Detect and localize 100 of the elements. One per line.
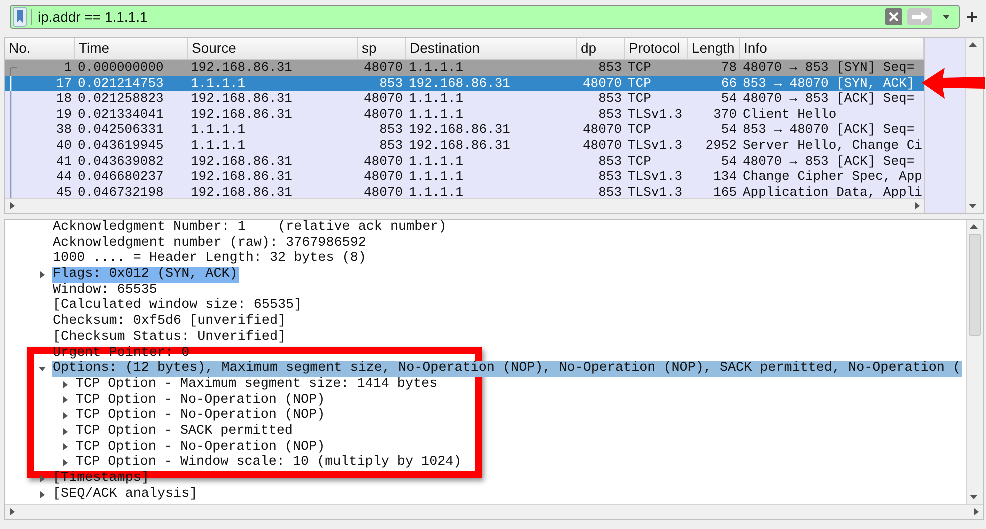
table-cell: 853 — [380, 122, 403, 138]
scroll-right-icon[interactable] — [914, 202, 920, 210]
table-cell: 18 — [56, 91, 72, 107]
vertical-scrollbar[interactable] — [966, 220, 983, 504]
table-cell: 48070 — [582, 76, 622, 92]
detail-field[interactable]: [Checksum Status: Unverified] — [52, 330, 288, 346]
table-cell: 1.1.1.1 — [409, 60, 464, 76]
table-cell: 0.043639082 — [78, 154, 164, 170]
table-cell: TCP — [628, 91, 652, 107]
horizontal-scrollbar[interactable] — [5, 504, 983, 519]
table-cell: 48070 — [364, 154, 403, 170]
detail-field[interactable]: Flags: 0x012 (SYN, ACK) — [52, 267, 239, 283]
column-header[interactable]: sp — [358, 38, 406, 59]
add-button[interactable] — [966, 11, 978, 23]
table-cell: 370 — [714, 106, 737, 122]
table-cell: 853 — [598, 184, 622, 198]
table-cell: 192.168.86.31 — [191, 169, 292, 185]
table-cell: 134 — [714, 169, 737, 185]
table-cell: 853 → 48070 [ACK] Seq= — [743, 122, 915, 138]
table-cell: 48070 — [582, 138, 622, 154]
packet-minimap[interactable] — [924, 38, 965, 213]
detail-field[interactable]: Options: (12 bytes), Maximum segment size, No-Operation (NOP), No-Operation (NOP), SACK permitted, No-Operation ( — [52, 361, 962, 377]
detail-field[interactable]: Acknowledgment number (raw): 3767986592 — [52, 236, 368, 252]
scroll-left-icon[interactable] — [8, 508, 16, 516]
detail-field[interactable]: TCP Option - SACK permitted — [75, 424, 294, 440]
scroll-down-icon[interactable] — [969, 203, 977, 209]
pointer-arrow — [921, 66, 985, 102]
expand-icon[interactable] — [62, 443, 69, 452]
collapse-icon[interactable] — [39, 365, 46, 374]
table-cell: 54 — [721, 122, 737, 138]
table-cell: 48070 → 853 [ACK] Seq= — [743, 91, 915, 107]
table-cell: 48070 → 853 [ACK] Seq= — [743, 154, 915, 170]
detail-field[interactable]: Checksum: 0xf5d6 [unverified] — [52, 314, 288, 330]
detail-field[interactable]: TCP Option - No-Operation (NOP) — [75, 408, 326, 424]
vertical-scrollbar[interactable] — [965, 38, 983, 213]
table-cell: 853 — [598, 60, 622, 76]
table-cell: 1.1.1.1 — [409, 91, 464, 107]
scroll-up-icon[interactable] — [970, 224, 978, 230]
clear-button[interactable] — [885, 8, 903, 26]
column-header[interactable]: Time — [75, 38, 188, 59]
scroll-up-icon[interactable] — [969, 42, 977, 48]
column-header[interactable]: Destination — [406, 38, 577, 59]
table-cell: 40 — [56, 138, 72, 154]
caret-icon[interactable] — [942, 13, 950, 21]
detail-field[interactable]: Window: 65535 — [52, 282, 158, 298]
detail-field[interactable]: TCP Option - No-Operation (NOP) — [75, 440, 326, 456]
filter-input[interactable]: ip.addr == 1.1.1.1 — [36, 9, 881, 25]
table-cell: Change Cipher Spec, App — [743, 169, 922, 185]
table-cell: 853 — [380, 76, 403, 92]
expand-icon[interactable] — [39, 474, 46, 483]
expand-icon[interactable] — [62, 396, 69, 404]
detail-field[interactable]: TCP Option - Maximum segment size: 1414 bytes — [75, 376, 439, 393]
table-cell: 48070 — [364, 184, 403, 198]
detail-field[interactable]: TCP Option - Window scale: 10 (multiply by 1024) — [75, 455, 463, 472]
display-filter-field[interactable]: ip.addr == 1.1.1.1 — [10, 5, 960, 29]
expand-icon[interactable] — [62, 380, 69, 389]
table-cell: TCP — [628, 76, 652, 92]
table-cell: 44 — [56, 169, 72, 185]
table-cell: Client Hello — [743, 106, 837, 122]
table-cell: TLSv1.3 — [628, 184, 683, 198]
expand-icon[interactable] — [62, 459, 69, 468]
column-header[interactable]: Length — [688, 38, 740, 59]
scroll-right-icon[interactable] — [972, 508, 980, 516]
table-cell: 54 — [721, 91, 737, 107]
column-header[interactable]: Protocol — [625, 38, 688, 59]
detail-field[interactable]: TCP Option - No-Operation (NOP) — [75, 392, 326, 408]
detail-field[interactable]: 1000 .... = Header Length: 32 bytes (8) — [52, 251, 368, 268]
table-cell: 1.1.1.1 — [409, 184, 464, 198]
table-cell: 48070 — [582, 122, 622, 138]
packet-row[interactable]: 1 0.000000000 192.168.86.31 48070 1.1.1.1 853 TCP 78 48070 → 853 [SYN] Seq= — [5, 60, 924, 76]
table-cell: 0.021214753 — [78, 76, 164, 92]
column-header[interactable]: No. — [5, 38, 75, 59]
table-cell: 66 — [721, 76, 737, 92]
detail-field[interactable]: Acknowledgment Number: 1 (relative ack number) — [52, 220, 448, 236]
expand-icon[interactable] — [62, 428, 69, 436]
detail-field[interactable]: [Calculated window size: 65535] — [52, 298, 304, 314]
table-cell: 192.168.86.31 — [191, 184, 292, 198]
scroll-left-icon[interactable] — [8, 202, 16, 210]
table-cell: 1.1.1.1 — [191, 122, 246, 138]
table-cell: 48070 — [364, 60, 403, 76]
table-cell: 1 — [64, 60, 72, 76]
table-cell: 1.1.1.1 — [191, 138, 246, 154]
detail-field[interactable]: [SEQ/ACK analysis] — [52, 486, 199, 502]
packet-row[interactable]: 17 0.021214753 1.1.1.1 853 192.168.86.31 48070 TCP 66 853 → 48070 [SYN, ACK] — [5, 76, 924, 92]
table-cell: 192.168.86.31 — [409, 122, 510, 138]
table-cell: TLSv1.3 — [628, 169, 683, 185]
expand-icon[interactable] — [62, 412, 69, 420]
table-cell: 1.1.1.1 — [409, 106, 464, 122]
bookmark-icon[interactable] — [13, 7, 27, 27]
column-header[interactable]: Source — [188, 38, 358, 59]
scroll-down-icon[interactable] — [970, 494, 978, 500]
table-cell: 165 — [714, 184, 737, 198]
expand-icon[interactable] — [39, 490, 46, 499]
expand-icon[interactable] — [39, 270, 46, 279]
table-cell: 0.043619945 — [78, 138, 164, 154]
horizontal-scrollbar[interactable] — [5, 198, 924, 213]
table-cell: 192.168.86.31 — [191, 91, 292, 107]
column-header[interactable]: dp — [577, 38, 625, 59]
table-cell: 1.1.1.1 — [409, 154, 464, 170]
conversation-start-icon — [10, 67, 17, 76]
